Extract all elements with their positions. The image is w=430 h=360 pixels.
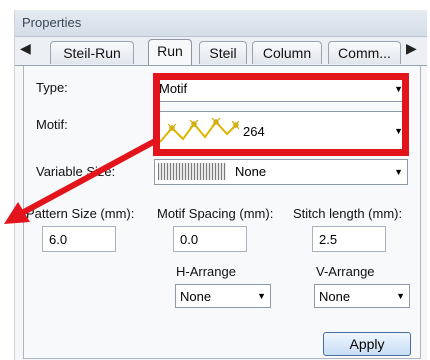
dropdown-arrow-icon: ▼ [394, 126, 403, 136]
motif-spacing-input[interactable]: 0.0 [173, 226, 247, 252]
v-arrange-value: None [319, 289, 351, 304]
dropdown-arrow-icon: ▼ [394, 84, 403, 94]
tab-steil[interactable]: Steil [199, 41, 247, 64]
variable-size-value: None [235, 164, 267, 179]
dropdown-arrow-icon: ▼ [257, 291, 266, 301]
tab-steil-run[interactable]: Steil-Run [50, 41, 134, 64]
variable-size-dropdown[interactable]: None ▼ [154, 159, 408, 185]
apply-button[interactable]: Apply [323, 332, 411, 356]
stitch-length-input[interactable]: 2.5 [312, 226, 386, 252]
motif-value: 264 [243, 124, 265, 139]
stitch-length-label: Stitch length (mm): [293, 206, 403, 221]
pattern-size-value: 6.0 [49, 232, 68, 247]
v-arrange-label: V-Arrange [316, 264, 375, 279]
tab-strip: ◀ Steil-Run Run Steil Column Comm... ▶ [15, 37, 427, 66]
type-value: Motif [159, 81, 188, 96]
motif-pattern-icon [159, 117, 239, 143]
variable-size-label: Variable Size: [36, 164, 116, 179]
h-arrange-label: H-Arrange [176, 264, 236, 279]
dropdown-arrow-icon: ▼ [394, 167, 403, 177]
v-arrange-dropdown[interactable]: None ▼ [314, 284, 410, 308]
pattern-size-label: Pattern Size (mm): [26, 206, 135, 221]
h-arrange-dropdown[interactable]: None ▼ [175, 284, 271, 308]
tab-comm[interactable]: Comm... [328, 41, 401, 64]
h-arrange-value: None [180, 289, 212, 304]
stitch-length-value: 2.5 [319, 232, 338, 247]
variable-size-pattern-icon [158, 163, 226, 180]
panel-title-bar: Properties [15, 10, 427, 37]
type-label: Type: [36, 80, 68, 95]
tab-scroll-left-icon[interactable]: ◀ [20, 40, 31, 57]
motif-spacing-value: 0.0 [180, 232, 199, 247]
pattern-size-input[interactable]: 6.0 [42, 226, 116, 252]
motif-label: Motif: [36, 117, 68, 132]
panel-title: Properties [22, 15, 82, 30]
type-dropdown[interactable]: Motif ▼ [154, 76, 408, 102]
tab-column[interactable]: Column [252, 41, 322, 64]
motif-dropdown[interactable]: 264 ▼ [154, 111, 408, 151]
dropdown-arrow-icon: ▼ [396, 291, 405, 301]
tab-run[interactable]: Run [148, 39, 192, 65]
tab-scroll-right-icon[interactable]: ▶ [406, 40, 417, 57]
motif-spacing-label: Motif Spacing (mm): [157, 206, 274, 221]
